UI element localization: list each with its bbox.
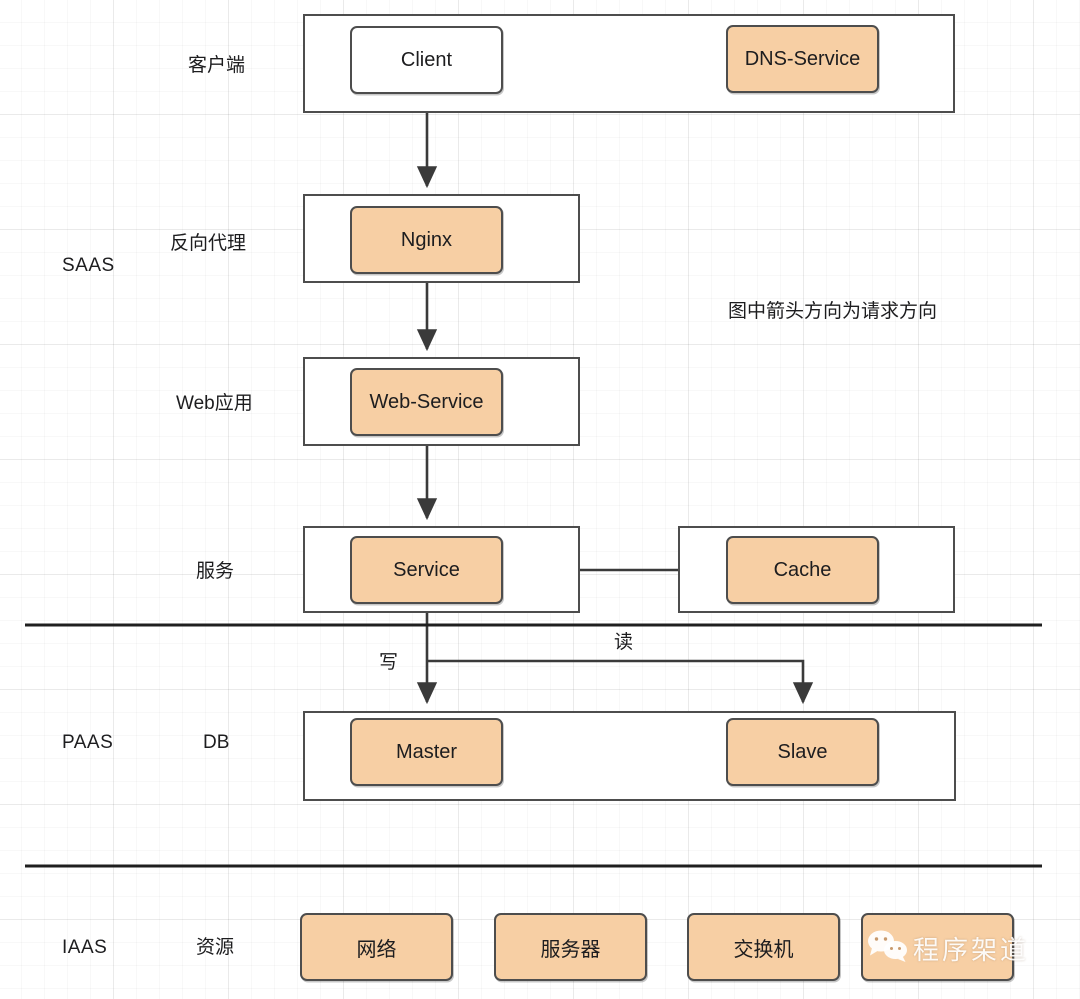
- node-service[interactable]: Service: [350, 536, 503, 604]
- node-slave[interactable]: Slave: [726, 718, 879, 786]
- row-label-proxy: 反向代理: [170, 233, 247, 254]
- row-label-db: DB: [203, 732, 230, 753]
- row-label-res: 资源: [196, 937, 235, 958]
- node-watermark-box[interactable]: [861, 913, 1014, 981]
- edge-service-to-slave: [427, 659, 814, 705]
- connector-layer: Slave (dashed) -->: [25, 36, 1042, 868]
- node-server[interactable]: 服务器: [494, 913, 647, 981]
- node-switch[interactable]: 交换机: [687, 913, 840, 981]
- node-client[interactable]: Client: [350, 26, 503, 94]
- node-web-service[interactable]: Web-Service: [350, 368, 503, 436]
- node-network[interactable]: 网络: [300, 913, 453, 981]
- node-cache[interactable]: Cache: [726, 536, 879, 604]
- diagram-note: 图中箭头方向为请求方向: [728, 301, 938, 322]
- node-dns-service[interactable]: DNS-Service: [726, 25, 879, 93]
- edge-label-write: 写: [379, 652, 399, 673]
- node-master[interactable]: Master: [350, 718, 503, 786]
- architecture-diagram: Slave (dashed) --> SAAS PAAS IAAS 客户端 反向…: [0, 0, 1080, 999]
- node-nginx[interactable]: Nginx: [350, 206, 503, 274]
- edge-label-read: 读: [614, 632, 634, 653]
- row-label-service: 服务: [196, 561, 235, 582]
- tier-label-saas: SAAS: [62, 255, 115, 276]
- row-label-client: 客户端: [188, 55, 246, 76]
- tier-label-iaas: IAAS: [62, 937, 108, 958]
- tier-label-paas: PAAS: [62, 732, 114, 753]
- row-label-web: Web应用: [176, 393, 253, 414]
